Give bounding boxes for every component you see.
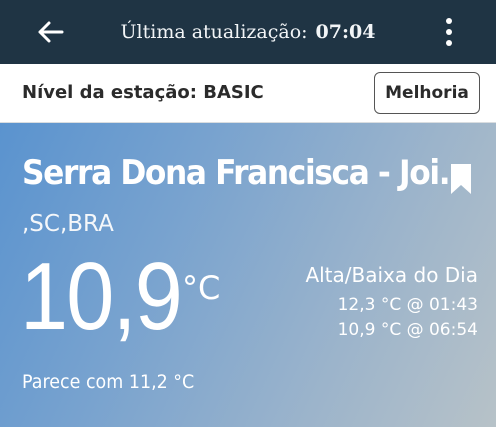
last-update-label: Última atualização: (120, 21, 308, 43)
station-location: ,SC,BRA (22, 211, 114, 237)
overflow-menu-button[interactable] (432, 10, 466, 54)
station-name: Serra Dona Francisca - Joi... (22, 153, 472, 193)
last-update: Última atualização: 07:04 (0, 0, 496, 64)
high-low-panel: Alta/Baixa do Dia 12,3 °C @ 01:43 10,9 °… (305, 263, 478, 343)
bookmark-icon[interactable] (450, 163, 472, 195)
station-level-text: Nível da estação: BASIC (22, 82, 264, 103)
temperature-unit: °C (182, 269, 221, 307)
feels-like: Parece com 11,2 °C (22, 371, 195, 393)
station-level-bar: Nível da estação: BASIC Melhoria (0, 64, 496, 123)
more-vertical-icon-dot (446, 29, 452, 35)
current-temperature: 10,9 (20, 243, 183, 350)
top-app-bar: Última atualização: 07:04 (0, 0, 496, 64)
weather-panel: Serra Dona Francisca - Joi... ,SC,BRA 10… (0, 123, 496, 427)
high-low-title: Alta/Baixa do Dia (305, 263, 478, 287)
more-vertical-icon (446, 18, 452, 24)
upgrade-button[interactable]: Melhoria (374, 72, 480, 114)
more-vertical-icon-dot (446, 40, 452, 46)
daily-high: 12,3 °C @ 01:43 (337, 295, 478, 315)
daily-low: 10,9 °C @ 06:54 (337, 320, 478, 340)
last-update-time: 07:04 (315, 21, 376, 43)
